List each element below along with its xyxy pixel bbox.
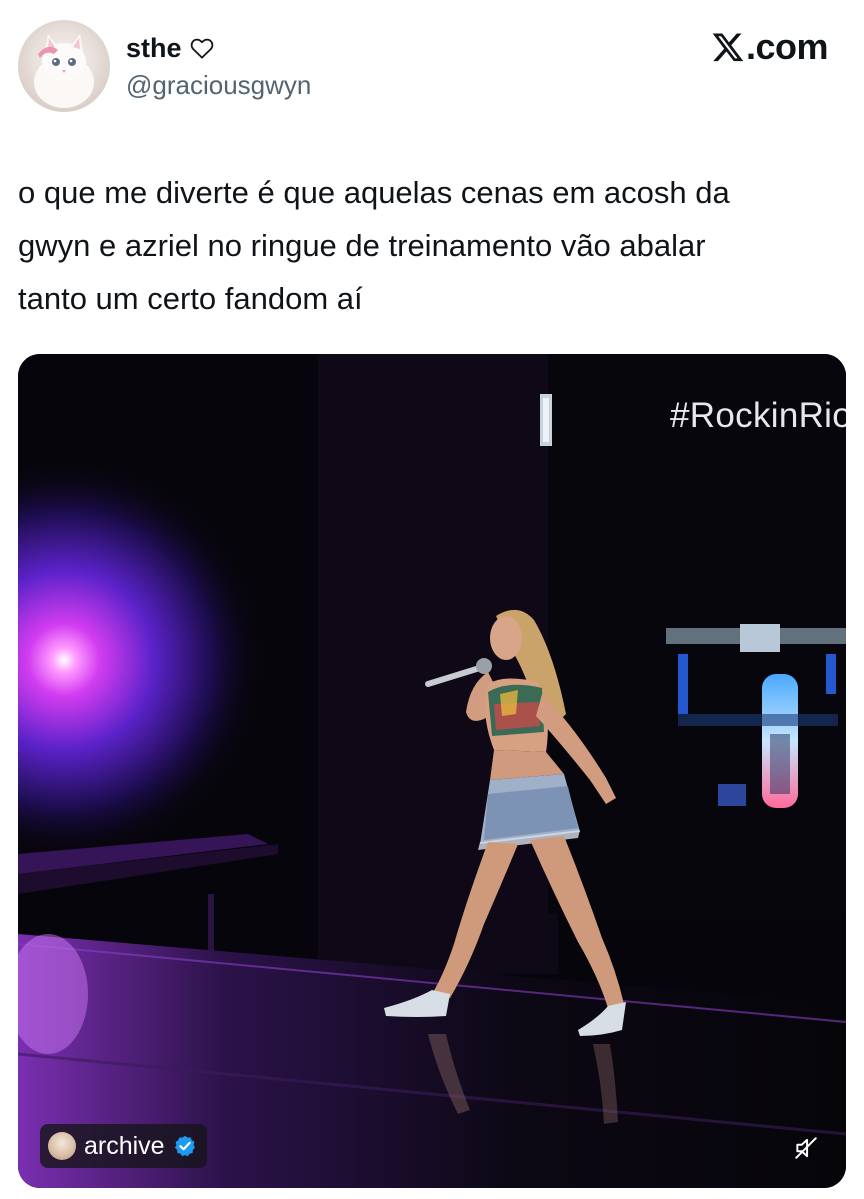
brand-domain: .com (745, 26, 829, 67)
white-kitten-avatar-icon (34, 34, 94, 108)
video-hashtag-overlay: #RockinRio (670, 396, 846, 435)
author-avatar[interactable] (18, 20, 110, 112)
source-attribution-chip[interactable]: archive (40, 1124, 207, 1168)
heart-outline-icon (188, 34, 216, 62)
source-label: archive (84, 1131, 165, 1160)
x-brand: .com (711, 26, 829, 68)
author-handle[interactable]: @graciousgwyn (126, 70, 311, 101)
author-display-name[interactable]: sthe (126, 33, 182, 64)
tweet-text: o que me diverte é que aquelas cenas em … (18, 175, 730, 316)
verified-badge-icon (173, 1134, 197, 1158)
tweet-video[interactable]: #RockinRio archive (18, 354, 846, 1188)
source-avatar (48, 1132, 76, 1160)
author-name-row: sthe (126, 28, 216, 68)
x-logo-icon (712, 33, 744, 62)
video-frame (18, 354, 846, 1188)
mute-toggle-button[interactable] (790, 1132, 822, 1164)
speaker-muted-icon (795, 1137, 817, 1159)
